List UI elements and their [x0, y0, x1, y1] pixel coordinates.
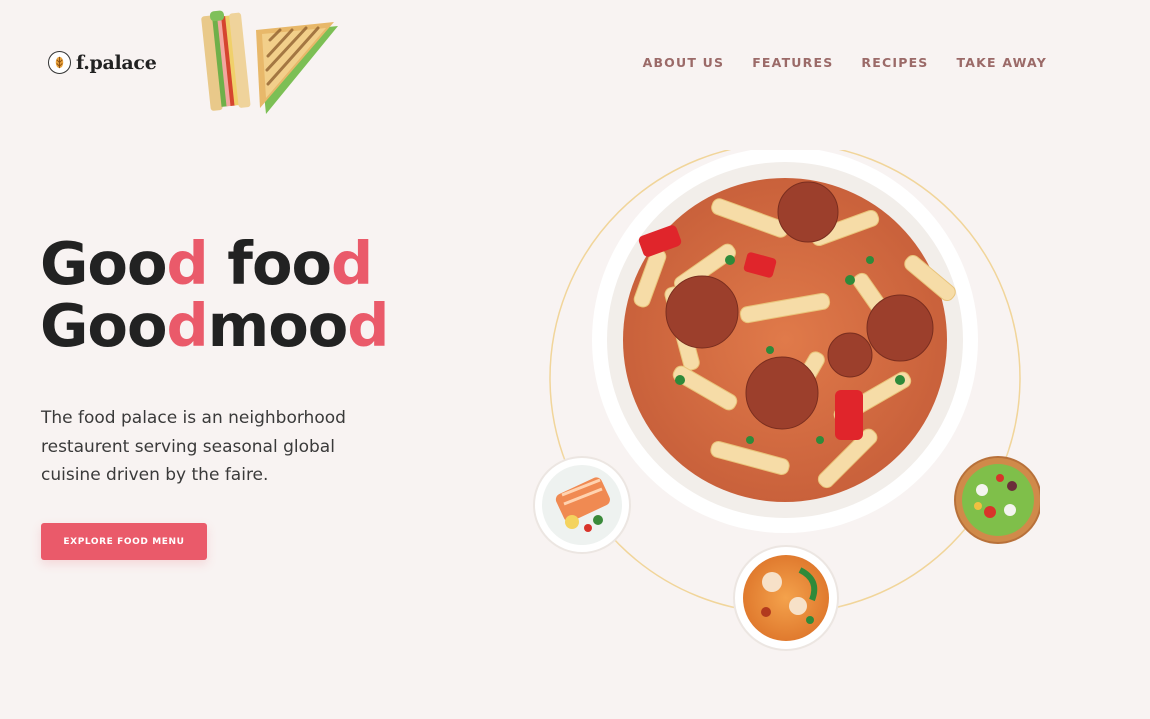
soup-bowl-image — [724, 536, 848, 660]
hero-headline: Good food Goodmood — [40, 233, 390, 357]
headline-accent: d — [331, 229, 373, 298]
nav-take-away[interactable]: TAKE AWAY — [957, 55, 1047, 70]
headline-text: moo — [207, 291, 349, 360]
wheat-emblem-icon — [48, 51, 71, 74]
hero-description: The food palace is an neighborhood resta… — [41, 408, 346, 485]
salad-bowl-image — [944, 446, 1040, 554]
headline-accent: d — [166, 229, 209, 298]
headline-text: Goo — [40, 291, 167, 360]
headline-accent: d — [166, 291, 209, 360]
nav-features[interactable]: FEATURES — [752, 55, 833, 70]
headline-line-2: Goodmood — [40, 295, 390, 357]
brand-logo[interactable]: f.palace — [48, 51, 157, 74]
brand-name: f.palace — [76, 51, 157, 74]
sandwich-image — [201, 10, 338, 114]
pasta-bowl-image — [590, 150, 980, 535]
nav-about-us[interactable]: ABOUT US — [643, 55, 725, 70]
headline-text: foo — [207, 229, 332, 298]
nav-recipes[interactable]: RECIPES — [861, 55, 928, 70]
food-showcase — [524, 150, 1040, 660]
explore-food-menu-button[interactable]: EXPLORE FOOD MENU — [41, 523, 207, 560]
headline-accent: d — [347, 291, 389, 360]
headline-text: Goo — [40, 229, 167, 298]
salmon-dish-image — [524, 447, 640, 563]
main-nav: ABOUT US FEATURES RECIPES TAKE AWAY — [643, 55, 1047, 70]
headline-line-1: Good food — [40, 233, 389, 295]
